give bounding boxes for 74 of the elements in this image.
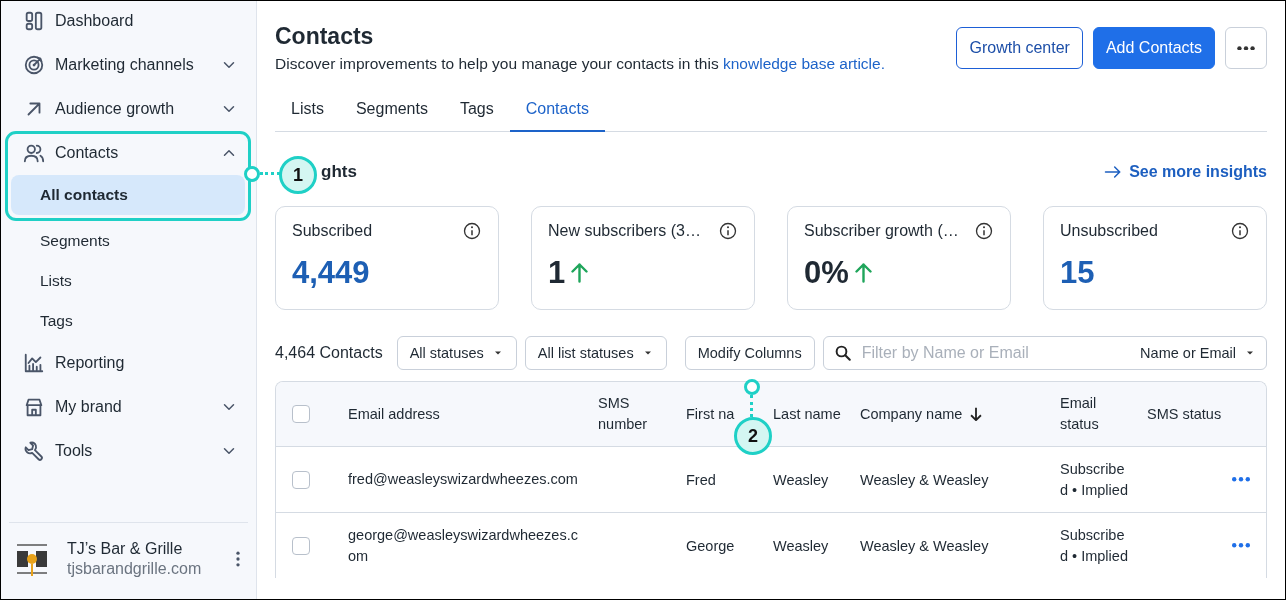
nav-item[interactable]: Tools [23,429,248,473]
nav-item[interactable]: Audience growth [23,87,248,131]
account-domain: tjsbarandgrille.com [67,560,203,578]
column-header[interactable]: SMS number [598,393,662,435]
info-icon[interactable] [462,221,482,241]
nav-item[interactable]: Marketing channels [23,43,248,87]
more-icon [1237,45,1255,51]
more-button[interactable] [1225,27,1267,69]
column-header[interactable]: Email status [1060,393,1124,435]
info-icon[interactable] [1230,221,1250,241]
table-cell: Weasley & Weasley [860,471,989,488]
see-more-link[interactable]: See more insights [1103,162,1267,182]
table-cell-text: fred@weasleyswizardwheezes.com [348,470,579,489]
search-icon [833,344,852,362]
store-icon [23,396,45,418]
nav-subitem[interactable]: All contacts [11,175,245,215]
nav-subitem[interactable]: Tags [9,301,242,341]
checkbox[interactable] [292,470,310,489]
more-icon[interactable] [1232,477,1250,482]
stat-label: Unsubscribed [1060,222,1158,240]
stat-value: 15 [1060,255,1095,291]
wrench-icon [23,440,45,462]
contacts-count: 4,464 Contacts [275,344,383,362]
stat-label: New subscribers (3… [548,222,701,240]
tab[interactable]: Tags [443,87,510,132]
stat-value: 0% [804,255,849,291]
page-description: Discover improvements to help you manage your contacts in this knowledge base article. [275,55,885,73]
section-title: ghts [321,162,357,182]
checkbox[interactable] [292,536,310,555]
nav-subitem[interactable]: Lists [9,261,242,301]
growth-center-button[interactable]: Growth center [956,27,1083,69]
nav-item[interactable]: Contacts [23,131,248,175]
status-dropdown[interactable]: All list statuses [524,336,667,370]
search-scope-dropdown[interactable]: Name or Email [1140,345,1256,361]
target-icon [23,54,45,76]
grid-icon [23,10,45,32]
nav-item[interactable]: Reporting [23,341,248,385]
info-icon[interactable] [974,221,994,241]
knowledge-base-link[interactable]: knowledge base article. [723,55,885,72]
table-cell-text: Subscribed • Implied [1060,525,1129,566]
nav-subitem[interactable]: Segments [9,221,242,261]
stat-value: 4,449 [292,255,370,291]
search-field[interactable]: Filter by Name or Email Name or Email [822,336,1267,370]
nav-item[interactable]: My brand [23,385,248,429]
tab[interactable]: Segments [339,87,444,132]
stat-value: 1 [548,255,566,291]
callout-number: 1 [279,156,317,194]
stat-label: Subscribed [292,222,373,240]
more-icon[interactable] [1232,543,1250,548]
table-cell: Fred [686,471,716,488]
people-icon [23,142,45,164]
tab[interactable]: Contacts [509,87,605,132]
stat-label: Subscriber growth (… [804,222,959,240]
modify-columns-button[interactable]: Modify Columns [684,336,815,370]
info-icon[interactable] [718,221,738,241]
column-header[interactable]: Last name [773,403,841,425]
checkbox[interactable] [292,405,310,423]
table-cell-text: Subscribed • Implied [1060,459,1129,500]
status-dropdown[interactable]: All statuses [396,336,517,370]
table-cell: George [686,537,735,554]
column-header[interactable]: SMS status [1147,403,1222,425]
column-header[interactable]: Email address [348,403,440,425]
column-header[interactable]: First na [686,403,735,425]
table-cell: Weasley & Weasley [860,537,989,554]
bar-chart-icon [23,352,45,374]
column-header[interactable]: Company name [860,403,963,425]
nav-item[interactable]: Dashboard [23,0,248,43]
table-cell-text: george@weasleyswizardwheezes.com [348,525,579,566]
account-name: TJ’s Bar & Grille [67,540,184,558]
table-cell: Weasley [773,537,829,554]
tab[interactable]: Lists [275,87,340,132]
page-title: Contacts [275,23,375,50]
table-cell: Weasley [773,471,829,488]
add-contacts-button[interactable]: Add Contacts [1092,27,1215,69]
